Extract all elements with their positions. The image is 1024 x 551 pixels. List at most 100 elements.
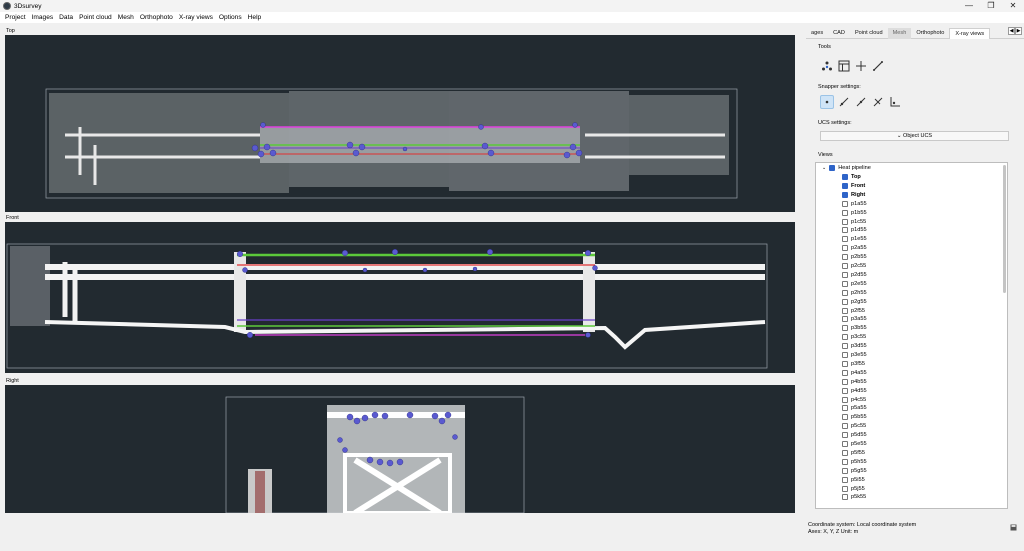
checkbox[interactable] <box>842 423 848 430</box>
checkbox[interactable] <box>842 334 848 341</box>
checkbox[interactable] <box>842 236 848 243</box>
tab-mesh[interactable]: Mesh <box>887 28 912 39</box>
tree-item-view[interactable]: p3f55 <box>842 360 865 367</box>
checkbox[interactable] <box>842 441 848 447</box>
checkbox[interactable] <box>842 458 848 465</box>
checkbox[interactable] <box>842 191 848 198</box>
tree-item-view[interactable]: p5c55 <box>842 423 866 430</box>
tree-item-view[interactable]: p5e55 <box>842 441 867 447</box>
checkbox[interactable] <box>842 343 848 350</box>
tree-item-view[interactable]: p4a55 <box>842 369 867 376</box>
tree-item-view[interactable]: p4c55 <box>842 396 866 403</box>
checkbox[interactable] <box>842 494 848 501</box>
menu-help[interactable]: Help <box>245 14 265 21</box>
menu-mesh[interactable]: Mesh <box>115 14 137 21</box>
checkbox[interactable] <box>842 218 848 225</box>
checkbox[interactable] <box>842 271 848 278</box>
checkbox[interactable] <box>842 432 848 439</box>
snap-point-icon[interactable] <box>820 95 834 109</box>
checkbox-heat-pipeline[interactable] <box>829 165 836 171</box>
front-viewport[interactable] <box>5 222 795 373</box>
checkbox[interactable] <box>842 369 848 376</box>
tree-item-view[interactable]: p3d55 <box>842 343 867 350</box>
pointcloud-tool-icon[interactable] <box>820 59 834 73</box>
tree-item-view[interactable]: p2d55 <box>842 271 867 278</box>
crosshair-icon[interactable] <box>854 59 868 73</box>
tree-item-view[interactable]: p4b55 <box>842 378 867 385</box>
checkbox[interactable] <box>842 414 848 421</box>
snap-perpendicular-icon[interactable] <box>871 95 885 109</box>
tree-item-view[interactable]: Front <box>842 182 865 189</box>
tree-item-view[interactable]: p5d55 <box>842 432 867 439</box>
tree-item-view[interactable]: Right <box>842 191 865 198</box>
tree-item-view[interactable]: p5i55 <box>842 476 865 483</box>
checkbox[interactable] <box>842 289 848 296</box>
menu-images[interactable]: Images <box>29 14 57 21</box>
checkbox[interactable] <box>842 298 848 305</box>
chevron-down-icon[interactable]: ⌄ <box>822 165 826 171</box>
save-icon[interactable] <box>1010 524 1017 531</box>
checkbox[interactable] <box>842 360 848 367</box>
snap-corner-icon[interactable] <box>888 95 902 109</box>
right-viewport[interactable] <box>5 385 795 513</box>
tree-item-view[interactable]: p2c55 <box>842 263 866 269</box>
tree-item-view[interactable]: p4d55 <box>842 387 867 394</box>
checkbox[interactable] <box>842 316 848 323</box>
views-scrollbar[interactable] <box>1003 165 1006 293</box>
checkbox[interactable] <box>842 280 848 287</box>
menu-project[interactable]: Project <box>2 14 29 21</box>
checkbox[interactable] <box>842 396 848 403</box>
tree-item-view[interactable]: Top <box>842 174 861 180</box>
object-ucs-button[interactable]: ⌄ Object UCS <box>820 131 1009 141</box>
checkbox[interactable] <box>842 182 848 189</box>
tree-item-view[interactable]: p3c55 <box>842 334 866 341</box>
checkbox[interactable] <box>842 467 848 474</box>
tab-scroll-left-icon[interactable]: ◀ <box>1008 27 1015 35</box>
tree-item-view[interactable]: p1b55 <box>842 209 867 216</box>
tree-item-view[interactable]: p5k55 <box>842 494 866 501</box>
snap-line-icon[interactable] <box>837 95 851 109</box>
menu-xray-views[interactable]: X-ray views <box>176 14 216 21</box>
checkbox[interactable] <box>842 378 848 385</box>
table-icon[interactable] <box>837 59 851 73</box>
tree-item-view[interactable]: p1a55 <box>842 200 867 207</box>
tree-item-view[interactable]: p2b55 <box>842 254 867 261</box>
tree-item-view[interactable]: p3e55 <box>842 352 867 358</box>
tree-item-view[interactable]: p3a55 <box>842 316 867 323</box>
checkbox[interactable] <box>842 245 848 252</box>
tab-point-cloud[interactable]: Point cloud <box>850 28 888 39</box>
menu-orthophoto[interactable]: Orthophoto <box>137 14 176 21</box>
measure-line-icon[interactable] <box>871 59 885 73</box>
checkbox[interactable] <box>842 307 848 314</box>
tab-images[interactable]: ages <box>806 28 828 39</box>
tab-orthophoto[interactable]: Orthophoto <box>911 28 949 39</box>
tree-item-view[interactable]: p1e55 <box>842 236 867 243</box>
tab-cad[interactable]: CAD <box>828 28 850 39</box>
checkbox[interactable] <box>842 174 848 180</box>
checkbox[interactable] <box>842 476 848 483</box>
checkbox[interactable] <box>842 227 848 234</box>
checkbox[interactable] <box>842 449 848 456</box>
tree-item-view[interactable]: p5a55 <box>842 405 867 412</box>
checkbox[interactable] <box>842 263 848 269</box>
checkbox[interactable] <box>842 254 848 261</box>
tree-item-view[interactable]: p5f55 <box>842 449 865 456</box>
checkbox[interactable] <box>842 200 848 207</box>
checkbox[interactable] <box>842 387 848 394</box>
tab-scroll-right-icon[interactable]: ▶ <box>1015 27 1022 35</box>
tree-item-view[interactable]: p3b55 <box>842 325 867 332</box>
snap-midpoint-icon[interactable] <box>854 95 868 109</box>
tree-item-view[interactable]: p5b55 <box>842 414 867 421</box>
close-button[interactable]: ✕ <box>1002 0 1024 12</box>
tree-item-view[interactable]: p2h55 <box>842 289 867 296</box>
tree-item-view[interactable]: p5j55 <box>842 485 865 492</box>
checkbox[interactable] <box>842 352 848 358</box>
checkbox[interactable] <box>842 209 848 216</box>
tree-item-view[interactable]: p5h55 <box>842 458 867 465</box>
minimize-button[interactable]: — <box>958 0 980 12</box>
checkbox[interactable] <box>842 405 848 412</box>
tree-item-view[interactable]: p1c55 <box>842 218 866 225</box>
tree-item-view[interactable]: p1d55 <box>842 227 867 234</box>
tree-item-view[interactable]: p2e55 <box>842 280 867 287</box>
menu-point-cloud[interactable]: Point cloud <box>76 14 115 21</box>
